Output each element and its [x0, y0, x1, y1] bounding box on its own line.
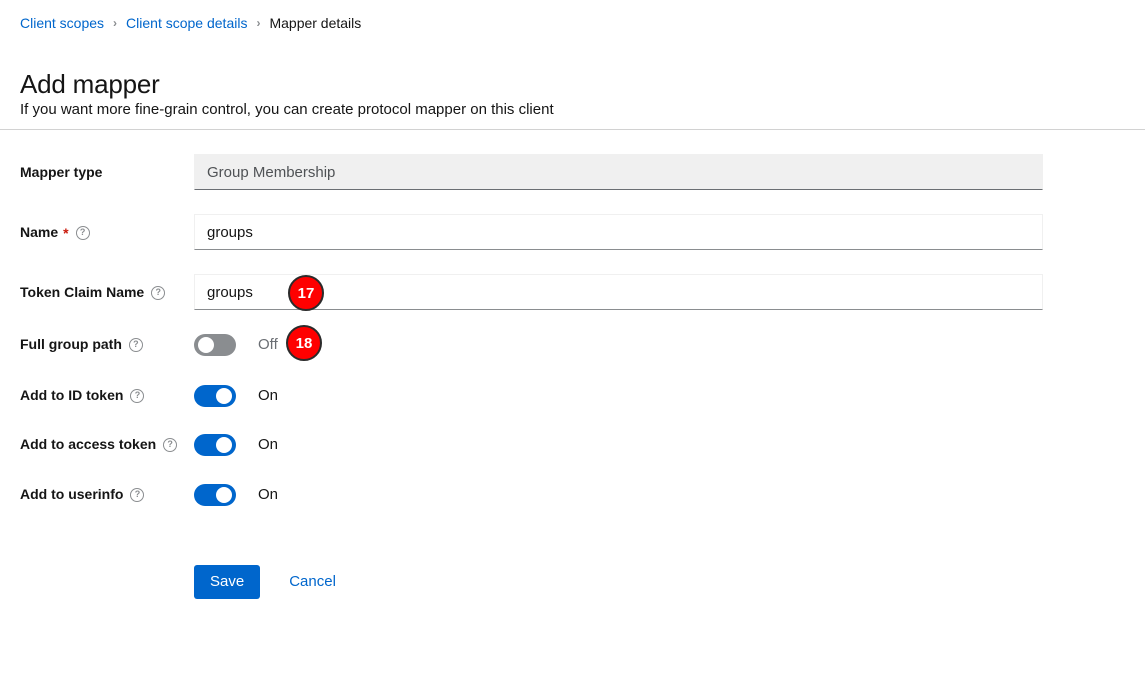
name-input[interactable] — [194, 214, 1043, 250]
label-text: Mapper type — [20, 163, 102, 182]
toggle-wrap-add-to-userinfo: On — [194, 484, 278, 506]
toggle-wrap-full-group-path: Off — [194, 334, 278, 356]
toggle-wrap-add-to-id-token: On — [194, 385, 278, 407]
help-icon[interactable]: ? — [151, 286, 165, 300]
annotation-badge-18: 18 — [286, 325, 322, 361]
full-group-path-toggle[interactable] — [194, 334, 236, 356]
field-label-add-to-id-token: Add to ID token ? — [20, 386, 144, 405]
chevron-right-icon: › — [256, 14, 260, 33]
field-label-token-claim-name: Token Claim Name ? — [20, 283, 165, 302]
help-icon[interactable]: ? — [130, 488, 144, 502]
add-to-access-token-state-label: On — [258, 435, 278, 455]
breadcrumb-item-client-scopes[interactable]: Client scopes — [20, 14, 104, 33]
help-icon[interactable]: ? — [163, 438, 177, 452]
add-to-userinfo-toggle[interactable] — [194, 484, 236, 506]
page-title: Add mapper — [20, 67, 160, 101]
label-text: Add to ID token — [20, 386, 123, 405]
form-actions: Save Cancel — [194, 565, 352, 599]
label-text: Add to userinfo — [20, 485, 123, 504]
add-to-id-token-toggle[interactable] — [194, 385, 236, 407]
required-asterisk: * — [63, 226, 68, 240]
breadcrumb: Client scopes › Client scope details › M… — [20, 14, 361, 33]
chevron-right-icon: › — [113, 14, 117, 33]
label-text: Name — [20, 223, 58, 242]
toggle-knob — [216, 487, 232, 503]
add-mapper-page: Client scopes › Client scope details › M… — [0, 0, 1145, 690]
field-label-add-to-access-token: Add to access token ? — [20, 435, 177, 454]
save-button[interactable]: Save — [194, 565, 260, 599]
add-to-access-token-toggle[interactable] — [194, 434, 236, 456]
header-divider — [0, 129, 1145, 130]
field-label-add-to-userinfo: Add to userinfo ? — [20, 485, 144, 504]
toggle-knob — [216, 437, 232, 453]
label-text: Full group path — [20, 335, 122, 354]
label-text: Add to access token — [20, 435, 156, 454]
breadcrumb-item-client-scope-details[interactable]: Client scope details — [126, 14, 247, 33]
toggle-knob — [198, 337, 214, 353]
field-label-mapper-type: Mapper type — [20, 163, 102, 182]
label-text: Token Claim Name — [20, 283, 144, 302]
help-icon[interactable]: ? — [130, 389, 144, 403]
field-label-name: Name * ? — [20, 223, 90, 242]
full-group-path-state-label: Off — [258, 335, 278, 355]
mapper-type-input — [194, 154, 1043, 190]
toggle-knob — [216, 388, 232, 404]
add-to-userinfo-state-label: On — [258, 485, 278, 505]
help-icon[interactable]: ? — [76, 226, 90, 240]
field-label-full-group-path: Full group path ? — [20, 335, 143, 354]
cancel-button[interactable]: Cancel — [273, 565, 352, 599]
annotation-badge-17: 17 — [288, 275, 324, 311]
help-icon[interactable]: ? — [129, 338, 143, 352]
toggle-wrap-add-to-access-token: On — [194, 434, 278, 456]
page-subtitle: If you want more fine-grain control, you… — [20, 99, 554, 120]
breadcrumb-item-mapper-details: Mapper details — [269, 14, 361, 33]
add-to-id-token-state-label: On — [258, 386, 278, 406]
